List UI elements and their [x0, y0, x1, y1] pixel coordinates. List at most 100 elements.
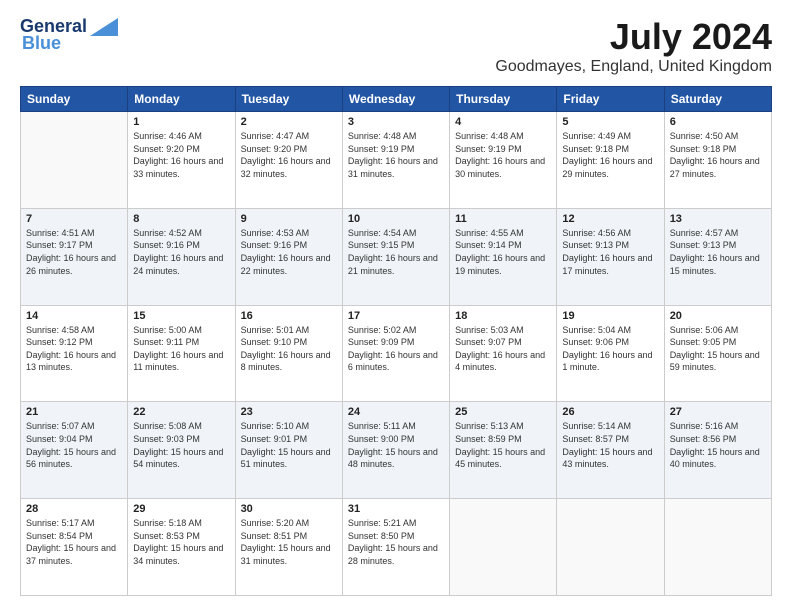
- calendar-cell: 19 Sunrise: 5:04 AMSunset: 9:06 PMDayligh…: [557, 305, 664, 402]
- calendar-cell: 11 Sunrise: 4:55 AMSunset: 9:14 PMDayligh…: [450, 208, 557, 305]
- day-info: Sunrise: 4:57 AMSunset: 9:13 PMDaylight:…: [670, 227, 766, 277]
- day-info: Sunrise: 4:51 AMSunset: 9:17 PMDaylight:…: [26, 227, 122, 277]
- calendar-cell: 9Sunrise: 4:53 AMSunset: 9:16 PMDaylight…: [235, 208, 342, 305]
- calendar-cell: 5 Sunrise: 4:49 AMSunset: 9:18 PMDaylight…: [557, 112, 664, 209]
- calendar-cell: 3Sunrise: 4:48 AMSunset: 9:19 PMDaylight…: [342, 112, 449, 209]
- calendar-week-3: 14Sunrise: 4:58 AMSunset: 9:12 PMDayligh…: [21, 305, 772, 402]
- calendar-cell: 21 Sunrise: 5:07 AMSunset: 9:04 PMDayligh…: [21, 402, 128, 499]
- calendar-cell: 17 Sunrise: 5:02 AMSunset: 9:09 PMDayligh…: [342, 305, 449, 402]
- calendar-cell: 27Sunrise: 5:16 AMSunset: 8:56 PMDayligh…: [664, 402, 771, 499]
- day-info: Sunrise: 5:02 AMSunset: 9:09 PMDaylight:…: [348, 324, 444, 374]
- header-monday: Monday: [128, 87, 235, 112]
- day-info: Sunrise: 5:13 AMSunset: 8:59 PMDaylight:…: [455, 420, 551, 470]
- day-info: Sunrise: 5:06 AMSunset: 9:05 PMDaylight:…: [670, 324, 766, 374]
- title-section: July 2024 Goodmayes, England, United Kin…: [495, 16, 772, 76]
- calendar-week-1: 1 Sunrise: 4:46 AMSunset: 9:20 PMDaylight…: [21, 112, 772, 209]
- day-number: 2: [241, 116, 337, 128]
- day-info: Sunrise: 4:55 AMSunset: 9:14 PMDaylight:…: [455, 227, 551, 277]
- calendar-cell: 16 Sunrise: 5:01 AMSunset: 9:10 PMDayligh…: [235, 305, 342, 402]
- day-number: 18: [455, 310, 551, 322]
- month-title: July 2024: [495, 16, 772, 58]
- header-tuesday: Tuesday: [235, 87, 342, 112]
- day-info: Sunrise: 4:56 AMSunset: 9:13 PMDaylight:…: [562, 227, 658, 277]
- day-number: 28: [26, 503, 122, 515]
- day-info: Sunrise: 5:16 AMSunset: 8:56 PMDaylight:…: [670, 420, 766, 470]
- day-number: 30: [241, 503, 337, 515]
- day-info: Sunrise: 4:52 AMSunset: 9:16 PMDaylight:…: [133, 227, 229, 277]
- calendar-cell: 20 Sunrise: 5:06 AMSunset: 9:05 PMDayligh…: [664, 305, 771, 402]
- calendar-cell: 15Sunrise: 5:00 AMSunset: 9:11 PMDayligh…: [128, 305, 235, 402]
- day-number: 10: [348, 213, 444, 225]
- day-info: Sunrise: 4:48 AMSunset: 9:19 PMDaylight:…: [348, 130, 444, 180]
- calendar-cell: 1 Sunrise: 4:46 AMSunset: 9:20 PMDaylight…: [128, 112, 235, 209]
- calendar-cell: [664, 499, 771, 596]
- day-info: Sunrise: 4:54 AMSunset: 9:15 PMDaylight:…: [348, 227, 444, 277]
- day-info: Sunrise: 5:20 AMSunset: 8:51 PMDaylight:…: [241, 517, 337, 567]
- day-number: 5: [562, 116, 658, 128]
- calendar-cell: 2 Sunrise: 4:47 AMSunset: 9:20 PMDaylight…: [235, 112, 342, 209]
- logo-blue: Blue: [22, 33, 61, 54]
- logo-icon: [90, 18, 118, 36]
- calendar-cell: 24Sunrise: 5:11 AMSunset: 9:00 PMDayligh…: [342, 402, 449, 499]
- calendar-cell: 13 Sunrise: 4:57 AMSunset: 9:13 PMDayligh…: [664, 208, 771, 305]
- day-number: 1: [133, 116, 229, 128]
- day-number: 15: [133, 310, 229, 322]
- calendar-cell: 4Sunrise: 4:48 AMSunset: 9:19 PMDaylight…: [450, 112, 557, 209]
- day-info: Sunrise: 5:10 AMSunset: 9:01 PMDaylight:…: [241, 420, 337, 470]
- calendar-table: Sunday Monday Tuesday Wednesday Thursday…: [20, 86, 772, 596]
- day-number: 31: [348, 503, 444, 515]
- day-number: 9: [241, 213, 337, 225]
- day-info: Sunrise: 5:01 AMSunset: 9:10 PMDaylight:…: [241, 324, 337, 374]
- day-number: 17: [348, 310, 444, 322]
- day-info: Sunrise: 5:03 AMSunset: 9:07 PMDaylight:…: [455, 324, 551, 374]
- day-number: 23: [241, 406, 337, 418]
- calendar-cell: 10 Sunrise: 4:54 AMSunset: 9:15 PMDayligh…: [342, 208, 449, 305]
- day-number: 13: [670, 213, 766, 225]
- day-number: 22: [133, 406, 229, 418]
- day-number: 11: [455, 213, 551, 225]
- day-info: Sunrise: 4:46 AMSunset: 9:20 PMDaylight:…: [133, 130, 229, 180]
- day-info: Sunrise: 5:04 AMSunset: 9:06 PMDaylight:…: [562, 324, 658, 374]
- day-number: 29: [133, 503, 229, 515]
- day-number: 16: [241, 310, 337, 322]
- calendar-cell: 23 Sunrise: 5:10 AMSunset: 9:01 PMDayligh…: [235, 402, 342, 499]
- calendar-cell: 30 Sunrise: 5:20 AMSunset: 8:51 PMDayligh…: [235, 499, 342, 596]
- header-wednesday: Wednesday: [342, 87, 449, 112]
- day-info: Sunrise: 5:17 AMSunset: 8:54 PMDaylight:…: [26, 517, 122, 567]
- day-info: Sunrise: 5:21 AMSunset: 8:50 PMDaylight:…: [348, 517, 444, 567]
- calendar-cell: 12 Sunrise: 4:56 AMSunset: 9:13 PMDayligh…: [557, 208, 664, 305]
- page: General Blue July 2024 Goodmayes, Englan…: [0, 0, 792, 612]
- header-saturday: Saturday: [664, 87, 771, 112]
- day-info: Sunrise: 4:49 AMSunset: 9:18 PMDaylight:…: [562, 130, 658, 180]
- calendar-cell: 26Sunrise: 5:14 AMSunset: 8:57 PMDayligh…: [557, 402, 664, 499]
- header-friday: Friday: [557, 87, 664, 112]
- day-number: 7: [26, 213, 122, 225]
- calendar-cell: 31 Sunrise: 5:21 AMSunset: 8:50 PMDayligh…: [342, 499, 449, 596]
- day-number: 12: [562, 213, 658, 225]
- calendar-cell: 25Sunrise: 5:13 AMSunset: 8:59 PMDayligh…: [450, 402, 557, 499]
- day-info: Sunrise: 4:47 AMSunset: 9:20 PMDaylight:…: [241, 130, 337, 180]
- logo: General Blue: [20, 16, 118, 54]
- calendar-cell: 29 Sunrise: 5:18 AMSunset: 8:53 PMDayligh…: [128, 499, 235, 596]
- day-number: 8: [133, 213, 229, 225]
- location: Goodmayes, England, United Kingdom: [495, 58, 772, 76]
- day-number: 6: [670, 116, 766, 128]
- day-info: Sunrise: 5:18 AMSunset: 8:53 PMDaylight:…: [133, 517, 229, 567]
- day-number: 4: [455, 116, 551, 128]
- calendar-cell: 8 Sunrise: 4:52 AMSunset: 9:16 PMDaylight…: [128, 208, 235, 305]
- day-info: Sunrise: 5:11 AMSunset: 9:00 PMDaylight:…: [348, 420, 444, 470]
- header-row: Sunday Monday Tuesday Wednesday Thursday…: [21, 87, 772, 112]
- calendar-cell: [450, 499, 557, 596]
- calendar-cell: 6Sunrise: 4:50 AMSunset: 9:18 PMDaylight…: [664, 112, 771, 209]
- header-sunday: Sunday: [21, 87, 128, 112]
- day-number: 19: [562, 310, 658, 322]
- calendar-cell: 14Sunrise: 4:58 AMSunset: 9:12 PMDayligh…: [21, 305, 128, 402]
- day-info: Sunrise: 5:14 AMSunset: 8:57 PMDaylight:…: [562, 420, 658, 470]
- day-info: Sunrise: 4:58 AMSunset: 9:12 PMDaylight:…: [26, 324, 122, 374]
- day-info: Sunrise: 5:08 AMSunset: 9:03 PMDaylight:…: [133, 420, 229, 470]
- day-number: 20: [670, 310, 766, 322]
- calendar-cell: 18 Sunrise: 5:03 AMSunset: 9:07 PMDayligh…: [450, 305, 557, 402]
- day-info: Sunrise: 5:07 AMSunset: 9:04 PMDaylight:…: [26, 420, 122, 470]
- day-number: 21: [26, 406, 122, 418]
- calendar-cell: 22 Sunrise: 5:08 AMSunset: 9:03 PMDayligh…: [128, 402, 235, 499]
